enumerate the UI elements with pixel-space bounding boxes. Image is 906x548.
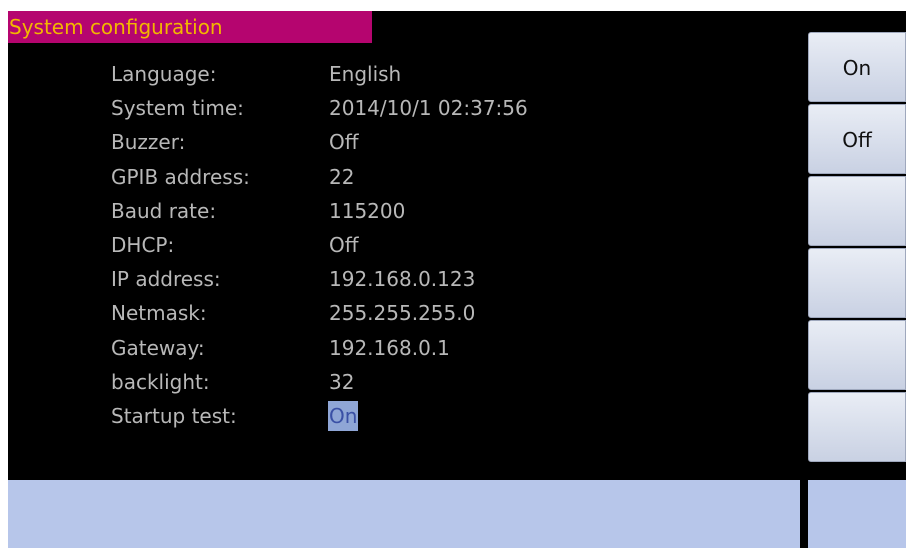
softkey-4-button[interactable] [808, 248, 906, 318]
setting-label: backlight: [111, 369, 210, 394]
setting-label: Language: [111, 62, 217, 86]
softkey-3-button[interactable] [808, 176, 906, 246]
setting-label: Baud rate: [111, 198, 217, 223]
setting-value: Off [329, 130, 359, 155]
setting-value: 2014/10/1 02:37:56 [329, 96, 528, 121]
softkey-6-button[interactable] [808, 392, 906, 462]
setting-value-selected: On [328, 400, 359, 431]
setting-value: 32 [329, 369, 355, 394]
setting-label: System time: [111, 96, 244, 121]
softkey-panel: On Off [808, 32, 906, 464]
setting-label: Startup test: [111, 403, 237, 428]
setting-label: GPIB address: [111, 164, 250, 189]
setting-label: DHCP: [111, 232, 175, 257]
setting-label: Netmask: [111, 301, 207, 326]
setting-value: 115200 [329, 198, 406, 223]
setting-value: 192.168.0.123 [329, 267, 476, 292]
setting-value: Off [329, 232, 359, 257]
setting-label: IP address: [111, 267, 221, 292]
page-title: System configuration [9, 15, 223, 39]
setting-value: 22 [329, 164, 355, 189]
setting-value: English [329, 62, 402, 86]
setting-value: 192.168.0.1 [329, 335, 450, 360]
softkey-5-button[interactable] [808, 320, 906, 390]
setting-label: Gateway: [111, 335, 205, 360]
softkey-off-button[interactable]: Off [808, 104, 906, 174]
softkey-on-button[interactable]: On [808, 32, 906, 102]
bottom-right-key[interactable] [808, 480, 906, 548]
title-bar: System configuration [8, 11, 372, 43]
setting-label: Buzzer: [111, 130, 186, 155]
instrument-screen: System configuration Language: English S… [8, 11, 906, 548]
setting-value: 255.255.255.0 [329, 301, 476, 326]
bottom-status-bar [8, 480, 800, 548]
